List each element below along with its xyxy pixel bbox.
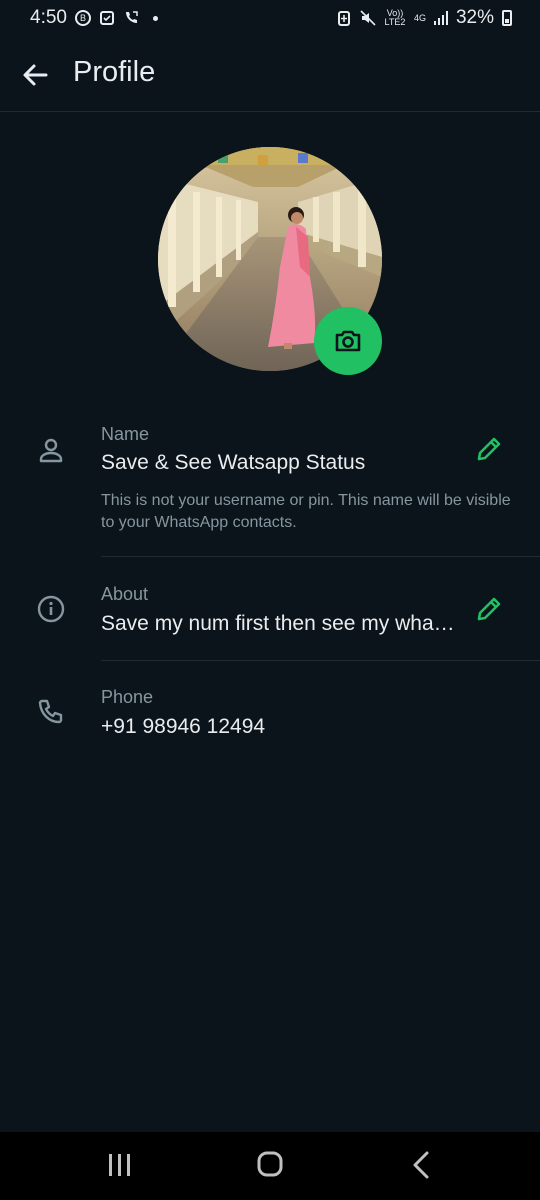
b-circle-icon: B bbox=[74, 10, 91, 26]
pencil-icon bbox=[477, 597, 501, 621]
battery-percent: 32% bbox=[455, 7, 494, 28]
volte-icon: Vo)) LTE2 bbox=[384, 8, 406, 27]
dot-icon bbox=[152, 15, 158, 21]
name-value[interactable]: Save & See Watsapp Status bbox=[101, 451, 461, 475]
home-button[interactable] bbox=[253, 1150, 287, 1180]
arrow-left-icon bbox=[23, 64, 48, 86]
battery-icon bbox=[502, 10, 512, 26]
app-header: Profile bbox=[0, 36, 540, 112]
status-right: Vo)) LTE2 4G 32% bbox=[336, 7, 512, 29]
change-photo-button[interactable] bbox=[314, 307, 382, 375]
back-button[interactable] bbox=[20, 60, 50, 90]
name-hint: This is not your username or pin. This n… bbox=[101, 492, 511, 531]
page-title: Profile bbox=[73, 56, 156, 88]
call-forward-icon bbox=[123, 10, 139, 26]
system-back-button[interactable] bbox=[403, 1150, 437, 1180]
person-icon bbox=[36, 436, 66, 466]
status-bar: 4:50 B Vo)) LTE2 4G 32% bbox=[0, 0, 540, 36]
camera-icon bbox=[335, 330, 361, 352]
home-icon bbox=[257, 1151, 283, 1177]
recent-apps-button[interactable] bbox=[103, 1150, 137, 1180]
phone-icon bbox=[36, 697, 66, 727]
status-left: 4:50 B bbox=[30, 7, 158, 29]
pencil-icon bbox=[477, 437, 501, 461]
about-value[interactable]: Save my num first then see my wha… bbox=[101, 612, 471, 636]
4g-icon: 4G bbox=[413, 12, 426, 23]
edit-name-button[interactable] bbox=[474, 434, 504, 464]
back-icon bbox=[413, 1151, 429, 1179]
divider bbox=[101, 660, 540, 661]
edit-about-button[interactable] bbox=[474, 594, 504, 624]
signal-icon bbox=[433, 11, 448, 25]
system-nav-bar bbox=[0, 1132, 540, 1200]
name-label: Name bbox=[101, 424, 150, 444]
status-time: 4:50 bbox=[30, 7, 67, 28]
info-icon bbox=[36, 594, 66, 624]
mute-icon bbox=[360, 10, 376, 26]
divider bbox=[101, 556, 540, 557]
phone-value: +91 98946 12494 bbox=[101, 715, 266, 738]
recent-apps-icon bbox=[109, 1154, 130, 1176]
about-label: About bbox=[101, 584, 149, 604]
calendar-check-icon bbox=[99, 10, 115, 26]
phone-label: Phone bbox=[101, 687, 154, 707]
battery-saver-icon bbox=[336, 10, 352, 26]
